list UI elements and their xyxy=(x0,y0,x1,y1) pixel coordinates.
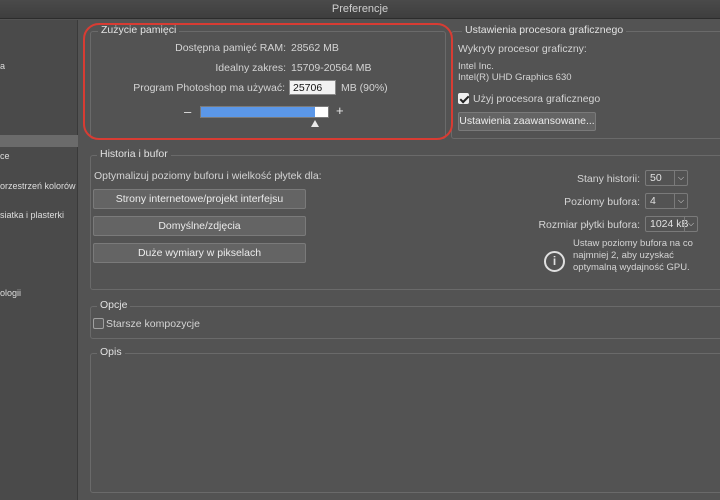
sidebar-item-performance-selected[interactable] xyxy=(0,135,78,147)
default-photos-button[interactable]: Domyślne/zdjęcia xyxy=(93,216,306,236)
cache-levels-select[interactable]: 4 ⌵ xyxy=(645,193,688,209)
optimize-label: Optymalizuj poziomy buforu i wielkość pł… xyxy=(94,170,322,182)
legacy-compositing-checkbox[interactable] xyxy=(93,318,104,329)
chevron-down-icon: ⌵ xyxy=(674,194,687,208)
tile-size-select[interactable]: 1024 kB ⌵ xyxy=(645,216,698,232)
sidebar-item-workspace-colors[interactable]: orzestrzeń kolorów xyxy=(0,178,78,195)
gpu-model: Intel(R) UHD Graphics 630 xyxy=(458,72,572,83)
memory-highlight-annotation xyxy=(83,23,453,140)
sidebar-item-interface[interactable]: ce xyxy=(0,148,78,165)
tile-size-label: Rozmiar płytki bufora: xyxy=(538,219,640,231)
sidebar-item-grid-slices[interactable]: siatka i plasterki xyxy=(0,207,78,224)
description-title: Opis xyxy=(97,346,125,358)
gpu-settings-title: Ustawienia procesora graficznego xyxy=(462,24,627,36)
cache-info-line-1: Ustaw poziomy bufora na co xyxy=(573,238,693,249)
history-states-label: Stany historii: xyxy=(576,173,640,185)
cache-info-line-3: optymalną wydajność GPU. xyxy=(573,262,690,273)
chevron-down-icon: ⌵ xyxy=(684,217,697,231)
sidebar-item-technology[interactable]: ologii xyxy=(0,285,78,302)
legacy-compositing-label: Starsze kompozycje xyxy=(106,318,200,330)
cache-info-line-2: najmniej 2, aby uzyskać xyxy=(573,250,674,261)
history-states-value: 50 xyxy=(650,172,662,184)
use-gpu-checkbox[interactable] xyxy=(458,93,469,104)
huge-pixel-dimensions-button[interactable]: Duże wymiary w pikselach xyxy=(93,243,306,263)
gpu-detected-label: Wykryty procesor graficzny: xyxy=(458,43,587,55)
chevron-down-icon: ⌵ xyxy=(674,171,687,185)
history-states-select[interactable]: 50 ⌵ xyxy=(645,170,688,186)
sidebar: a ce orzestrzeń kolorów siatka i plaster… xyxy=(0,20,78,500)
tile-size-value: 1024 kB xyxy=(650,218,689,230)
sidebar-item-general[interactable]: a xyxy=(0,58,78,75)
info-icon: i xyxy=(544,251,565,272)
gpu-vendor: Intel Inc. xyxy=(458,61,494,72)
use-gpu-label: Użyj procesora graficznego xyxy=(473,93,601,105)
cache-levels-value: 4 xyxy=(650,195,656,207)
description-group xyxy=(90,353,720,493)
advanced-settings-button[interactable]: Ustawienia zaawansowane... xyxy=(458,112,596,131)
history-cache-title: Historia i bufor xyxy=(97,148,171,160)
window-title: Preferencje xyxy=(0,0,720,19)
cache-levels-label: Poziomy bufora: xyxy=(564,196,640,208)
web-ui-design-button[interactable]: Strony internetowe/projekt interfejsu xyxy=(93,189,306,209)
options-title: Opcje xyxy=(97,299,131,311)
